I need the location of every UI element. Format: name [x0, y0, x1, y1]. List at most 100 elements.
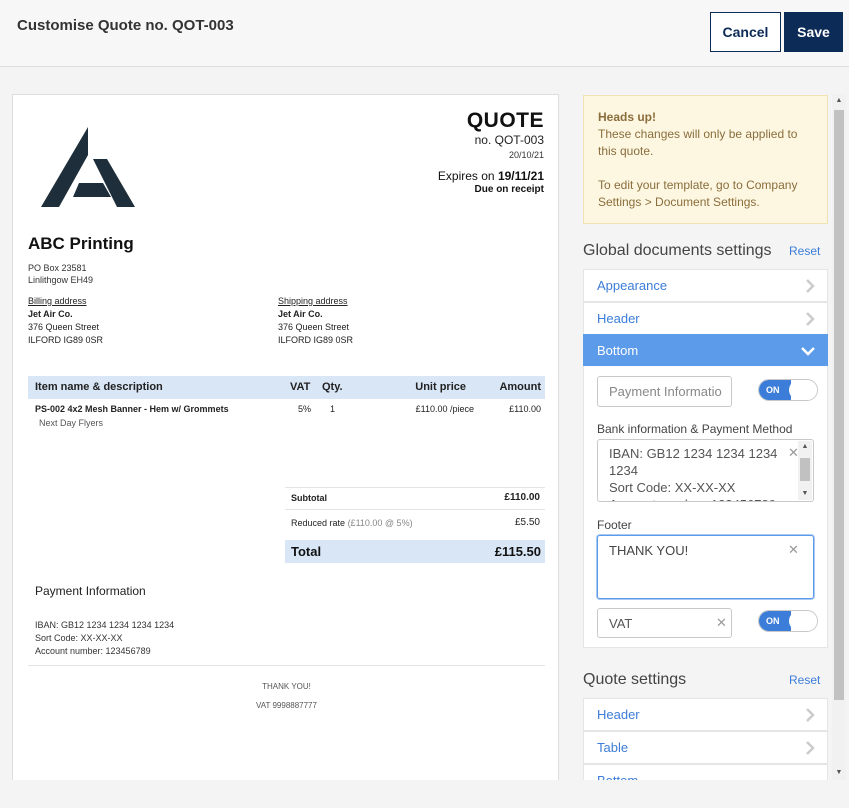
scroll-up-icon[interactable]: ▲ [832, 94, 846, 108]
quote-title: QUOTE [466, 109, 544, 132]
notice-title: Heads up! [598, 110, 657, 124]
col-qty: Qty. [322, 381, 343, 393]
col-amount: Amount [499, 381, 541, 393]
accordion-label: Header [597, 707, 640, 722]
global-reset-link[interactable]: Reset [789, 244, 820, 258]
items-table-header: Item name & description VAT Qty. Unit pr… [28, 376, 545, 399]
payment-line: Sort Code: XX-XX-XX [35, 633, 123, 643]
reduced-rate-label: Reduced rate (£110.00 @ 5%) [291, 518, 413, 528]
footer-thanks: THANK YOU! [262, 682, 311, 691]
company-address: PO Box 23581 Linlithgow EH49 [28, 262, 93, 286]
panel-scrollbar[interactable]: ▲ ▼ [832, 94, 846, 780]
quote-settings-title: Quote settings [583, 671, 687, 688]
billing-line: 376 Queen Street [28, 322, 100, 332]
subtotal-value: £110.00 [504, 492, 540, 503]
billing-line: ILFORD IG89 0SR [28, 335, 104, 345]
scroll-thumb[interactable] [800, 458, 810, 481]
accordion-header[interactable]: Header [583, 302, 828, 335]
top-bar: Customise Quote no. QOT-003 Cancel Save [0, 0, 849, 67]
bottom-settings-body [583, 366, 828, 648]
quote-due: Due on receipt [474, 184, 544, 195]
chevron-right-icon [806, 279, 815, 293]
heads-up-notice: Heads up! These changes will only be app… [583, 95, 828, 224]
vat-input[interactable]: VAT ✕ [597, 608, 732, 638]
footer-textarea[interactable]: THANK YOU! ✕ [597, 535, 814, 599]
scroll-thumb[interactable] [834, 110, 844, 700]
col-vat: VAT [290, 381, 311, 393]
shipping-heading: Shipping address [278, 296, 348, 306]
toggle-knob [789, 380, 817, 400]
cancel-button[interactable]: Cancel [710, 12, 781, 52]
toggle-knob [789, 611, 817, 631]
chevron-right-icon [806, 312, 815, 326]
col-item: Item name & description [35, 381, 163, 393]
divider [285, 487, 545, 488]
item-description: Next Day Flyers [39, 418, 104, 428]
item-name: PS-002 4x2 Mesh Banner - Hem w/ Grommets [35, 404, 229, 414]
bank-info-textarea[interactable]: IBAN: GB12 1234 1234 1234 1234 Sort Code… [597, 439, 814, 502]
payment-info-toggle[interactable]: ON [758, 379, 818, 401]
vat-input-value: VAT [609, 616, 633, 631]
payment-heading: Payment Information [35, 584, 146, 598]
total-value: £115.50 [494, 544, 541, 559]
quote-number: no. QOT-003 [474, 133, 544, 147]
accordion-bottom[interactable]: Bottom [583, 334, 828, 367]
accordion-label: Bottom [597, 343, 639, 358]
bottom-strip [0, 780, 849, 808]
shipping-line: 376 Queen Street [278, 322, 350, 332]
page-title: Customise Quote no. QOT-003 [17, 17, 234, 34]
accordion-label: Appearance [597, 278, 668, 293]
item-qty: 1 [330, 404, 336, 414]
company-address-line: Linlithgow EH49 [28, 275, 94, 285]
quote-preview: QUOTE no. QOT-003 20/10/21 Expires on 19… [12, 94, 559, 794]
payment-line: Account number: 123456789 [35, 646, 151, 656]
shipping-line: ILFORD IG89 0SR [278, 335, 354, 345]
expiry-prefix: Expires on [437, 169, 498, 183]
reduced-rate-value: £5.50 [514, 517, 540, 528]
company-address-line: PO Box 23581 [28, 263, 87, 273]
payment-info-input[interactable]: Payment Informatio [597, 376, 732, 407]
vat-toggle[interactable]: ON [758, 610, 818, 632]
company-name: ABC Printing [28, 234, 134, 253]
item-vat: 5% [298, 404, 312, 414]
total-row: Total £115.50 [285, 540, 545, 563]
accordion-label: Table [597, 740, 629, 755]
payment-line: IBAN: GB12 1234 1234 1234 1234 [35, 620, 175, 630]
scroll-down-icon[interactable]: ▼ [832, 766, 846, 780]
quote-accordion-table[interactable]: Table [583, 731, 828, 764]
quote-date: 20/10/21 [508, 150, 544, 160]
billing-heading: Billing address [28, 296, 87, 306]
accordion-label: Header [597, 311, 640, 326]
payment-info-placeholder: Payment Informatio [609, 384, 722, 399]
save-button[interactable]: Save [784, 12, 843, 52]
notice-line: To edit your template, go to Company Set… [598, 178, 798, 209]
notice-line: These changes will only be applied to th… [598, 127, 798, 158]
quote-reset-link[interactable]: Reset [789, 673, 820, 687]
divider [28, 665, 545, 666]
clear-icon[interactable]: ✕ [788, 542, 799, 558]
company-logo [41, 127, 135, 207]
billing-name: Jet Air Co. [28, 309, 73, 319]
footer-label: Footer [597, 518, 632, 532]
clear-icon[interactable]: ✕ [716, 615, 727, 631]
bank-info-label: Bank information & Payment Method [597, 422, 793, 436]
scroll-up-icon[interactable]: ▲ [798, 441, 812, 453]
shipping-address: Shipping address Jet Air Co. 376 Queen S… [278, 295, 353, 347]
subtotal-label: Subtotal [291, 493, 327, 503]
total-label: Total [291, 544, 322, 559]
textarea-scrollbar[interactable]: ▲ ▼ [798, 441, 812, 500]
global-settings-title: Global documents settings [583, 242, 772, 259]
toggle-on-label: ON [759, 380, 791, 400]
bank-info-text: IBAN: GB12 1234 1234 1234 1234 Sort Code… [609, 446, 778, 501]
col-unit-price: Unit price [415, 381, 466, 393]
reduced-rate-text: Reduced rate [291, 518, 346, 528]
quote-expiry: Expires on 19/11/21 [438, 169, 544, 183]
divider [285, 509, 545, 510]
accordion-appearance[interactable]: Appearance [583, 269, 828, 302]
toggle-on-label: ON [759, 611, 791, 631]
payment-details: IBAN: GB12 1234 1234 1234 1234 Sort Code… [35, 619, 174, 658]
scroll-down-icon[interactable]: ▼ [798, 488, 812, 500]
quote-accordion-header[interactable]: Header [583, 698, 828, 731]
footer-text: THANK YOU! [609, 543, 689, 558]
chevron-right-icon [806, 708, 815, 722]
